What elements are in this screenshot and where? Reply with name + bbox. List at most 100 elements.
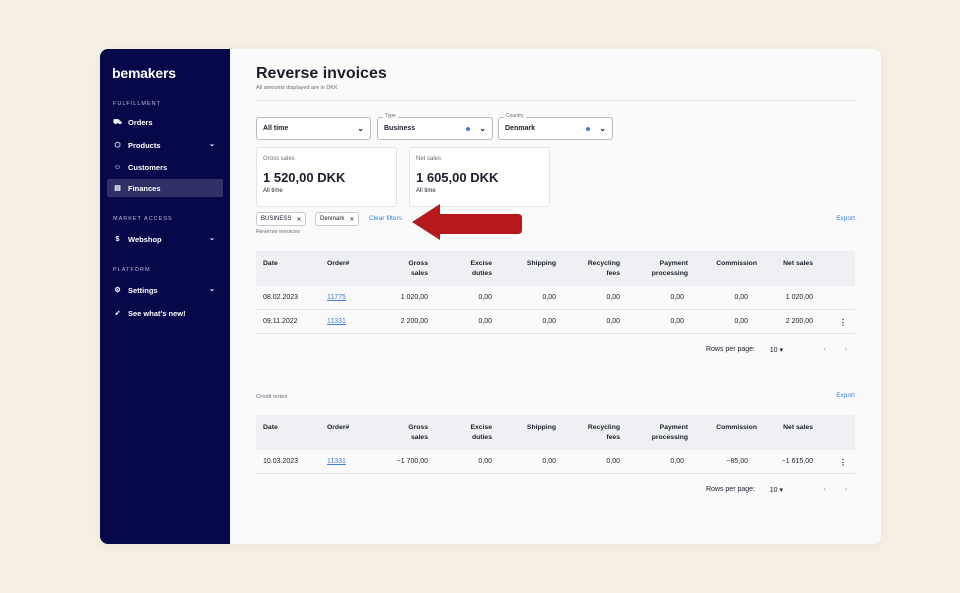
- gross-sales-value: 1 520,00 DKK: [263, 170, 346, 185]
- cell-recycling: 0,00: [606, 318, 620, 325]
- column-header: Shipping: [526, 424, 556, 431]
- rows-per-page-value: 10: [769, 347, 778, 354]
- gross-sales-card: Gross sales 1 520,00 DKK All time: [256, 147, 397, 207]
- order-link[interactable]: 11331: [327, 458, 346, 465]
- chevron-down-icon: ⌄: [209, 286, 215, 293]
- logo[interactable]: bemakers: [112, 65, 176, 81]
- column-header: Recycling fees: [587, 424, 620, 441]
- users-icon: ☺: [113, 163, 122, 171]
- sidebar: bemakers FULFILLMENT ⛟ Orders ⬡ Products…: [100, 49, 230, 544]
- dollar-icon: $: [115, 235, 120, 243]
- rows-per-page-select[interactable]: 10 ▾: [770, 486, 783, 494]
- type-select-label: Type: [383, 113, 398, 119]
- rows-per-page-select[interactable]: 10 ▾: [770, 346, 783, 354]
- order-link[interactable]: 11775: [327, 294, 346, 301]
- column-header: Excise duties: [470, 260, 492, 277]
- table-row[interactable]: 08.02.2023 11775 1 020,00 0,00 0,00 0,00…: [256, 286, 855, 310]
- active-filter-dot: [466, 127, 470, 131]
- column-header: Gross sales: [408, 260, 428, 277]
- cell-shipping: 0,00: [542, 318, 556, 325]
- column-header: Excise duties: [470, 424, 492, 441]
- column-header: Recycling fees: [587, 260, 620, 277]
- cell-excise: 0,00: [478, 294, 492, 301]
- active-filter-dot: [586, 127, 590, 131]
- cell-order: 11331: [327, 318, 346, 325]
- table-row[interactable]: 10.03.2023 11331 −1 700,00 0,00 0,00 0,0…: [256, 450, 855, 474]
- section-label-platform: PLATFORM: [113, 267, 151, 273]
- cell-gross: 2 200,00: [400, 318, 428, 325]
- sidebar-item-label: Settings: [128, 285, 158, 295]
- prev-page-icon[interactable]: ‹: [824, 346, 826, 353]
- page-title: Reverse invoices: [256, 65, 387, 82]
- net-sales-card: Net sales 1 605,00 DKK All time: [409, 147, 550, 207]
- table-header: Date Order# Gross sales Excise duties Sh…: [256, 415, 855, 450]
- cell-shipping: 0,00: [542, 458, 556, 465]
- sidebar-item-webshop[interactable]: $ Webshop ⌄: [107, 230, 223, 248]
- table-row[interactable]: 09.11.2022 11331 2 200,00 0,00 0,00 0,00…: [256, 310, 855, 334]
- cell-commission: −85,00: [726, 458, 748, 465]
- sidebar-item-customers[interactable]: ☺ Customers: [107, 158, 223, 176]
- order-link[interactable]: 11331: [327, 318, 346, 325]
- gear-icon: ⚙: [114, 287, 121, 294]
- export-credit-notes-link[interactable]: Export: [836, 392, 855, 399]
- gross-sales-period: All time: [263, 188, 283, 194]
- column-header: Date: [263, 260, 278, 267]
- rocket-icon: ➶: [114, 310, 121, 317]
- more-options-icon[interactable]: ⋮: [839, 458, 847, 467]
- export-invoices-link[interactable]: Export: [836, 215, 855, 222]
- chevron-down-icon: ⌄: [209, 235, 215, 242]
- cell-commission: 0,00: [734, 294, 748, 301]
- rows-per-page-value: 10: [769, 487, 778, 494]
- column-header: Shipping: [526, 260, 556, 267]
- cell-excise: 0,00: [478, 318, 492, 325]
- main-content: Reverse invoices All amounts displayed a…: [230, 49, 881, 544]
- cell-gross: −1 700,00: [396, 458, 428, 465]
- close-icon[interactable]: ✕: [349, 216, 354, 223]
- cell-net: 2 200,00: [785, 318, 813, 325]
- chip-label: Denmark: [320, 216, 345, 222]
- divider: [256, 100, 855, 101]
- sidebar-item-settings[interactable]: ⚙ Settings ⌄: [107, 281, 223, 299]
- document-icon: ▤: [114, 185, 121, 192]
- type-select-value: Business: [384, 125, 416, 132]
- clear-filters-link[interactable]: Clear filters: [369, 215, 402, 222]
- cell-date: 09.11.2022: [263, 318, 298, 325]
- annotation-arrow: [412, 204, 522, 240]
- rows-per-page-label: Rows per page:: [705, 486, 755, 493]
- period-select[interactable]: All time ⌄: [256, 117, 371, 140]
- section-label-market-access: MARKET ACCESS: [113, 216, 173, 222]
- cell-payment: 0,00: [670, 318, 684, 325]
- country-select[interactable]: Country Denmark ⌄: [498, 113, 613, 140]
- truck-icon: ⛟: [113, 118, 122, 126]
- net-sales-value: 1 605,00 DKK: [416, 170, 499, 185]
- close-icon[interactable]: ✕: [296, 216, 301, 223]
- type-select[interactable]: Type Business ⌄: [377, 113, 493, 140]
- rows-per-page-label: Rows per page:: [705, 346, 755, 353]
- invoices-pagination: Rows per page: 10 ▾ ‹ ›: [256, 346, 855, 356]
- prev-page-icon[interactable]: ‹: [824, 486, 826, 493]
- app-window: bemakers FULFILLMENT ⛟ Orders ⬡ Products…: [100, 49, 881, 544]
- page-subtitle: All amounts displayed are in DKK: [256, 85, 338, 91]
- column-header: Net sales: [783, 260, 813, 267]
- column-header: Commission: [716, 260, 757, 267]
- more-options-icon[interactable]: ⋮: [839, 318, 847, 327]
- filter-chip-denmark: Denmark ✕: [315, 212, 360, 226]
- sidebar-item-whats-new[interactable]: ➶ See what's new!: [107, 304, 223, 322]
- next-page-icon[interactable]: ›: [845, 346, 847, 353]
- invoices-table: Date Order# Gross sales Excise duties Sh…: [256, 251, 855, 334]
- sidebar-item-label: See what's new!: [128, 308, 186, 318]
- country-select-value: Denmark: [505, 125, 535, 132]
- sidebar-item-orders[interactable]: ⛟ Orders: [107, 113, 223, 131]
- cell-shipping: 0,00: [542, 294, 556, 301]
- cell-net: 1 020,00: [785, 294, 813, 301]
- gross-sales-label: Gross sales: [263, 156, 295, 162]
- sidebar-item-label: Customers: [128, 162, 168, 172]
- chip-label: BUSINESS: [261, 216, 292, 222]
- period-select-value: All time: [263, 125, 289, 132]
- sidebar-item-label: Orders: [128, 117, 153, 127]
- cell-net: −1 615,00: [781, 458, 813, 465]
- sidebar-item-label: Finances: [128, 183, 161, 193]
- sidebar-item-products[interactable]: ⬡ Products ⌄: [107, 136, 223, 154]
- sidebar-item-finances[interactable]: ▤ Finances: [107, 179, 223, 197]
- next-page-icon[interactable]: ›: [845, 486, 847, 493]
